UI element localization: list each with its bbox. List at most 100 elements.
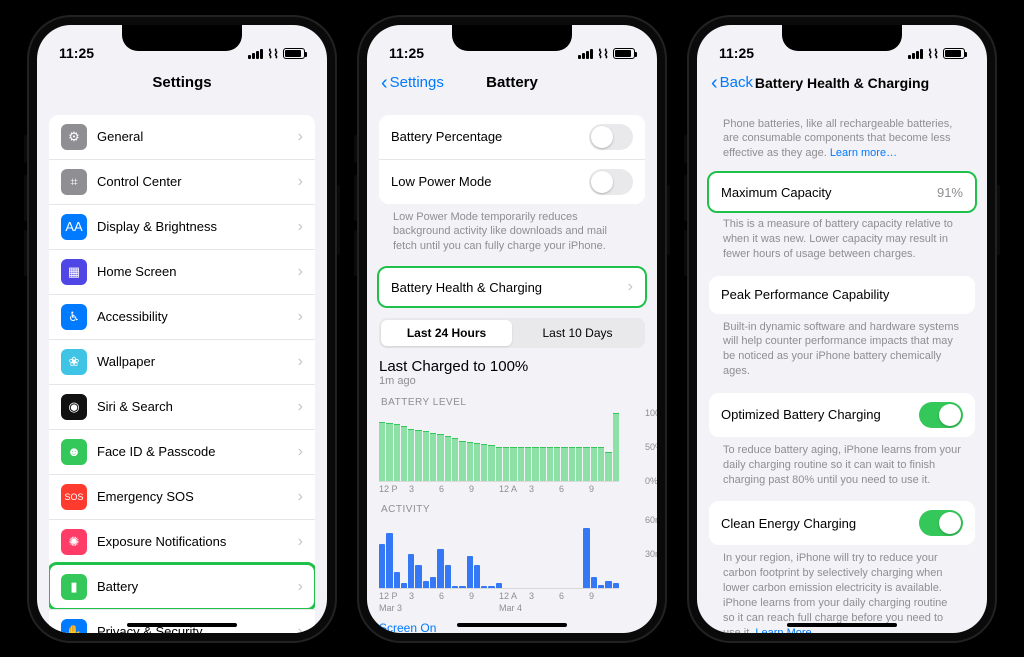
chevron-right-icon: ›	[298, 128, 303, 146]
chevron-right-icon: ›	[298, 488, 303, 506]
max-capacity-row[interactable]: Maximum Capacity 91%	[709, 173, 975, 211]
settings-row-accessibility[interactable]: ♿︎ Accessibility ›	[49, 294, 315, 339]
battery-content[interactable]: Battery Percentage Low Power Mode Low Po…	[367, 103, 657, 633]
wifi-icon: ⌇⌇	[267, 47, 279, 61]
notch	[452, 25, 572, 51]
max-capacity-value: 91%	[937, 185, 963, 200]
learn-more-link[interactable]: Learn more…	[830, 147, 897, 159]
settings-icon: ◉	[61, 394, 87, 420]
status-time: 11:25	[719, 45, 754, 61]
chevron-right-icon: ›	[298, 353, 303, 371]
chevron-right-icon: ›	[298, 218, 303, 236]
battery-icon	[943, 48, 965, 59]
activity-chart	[379, 519, 619, 589]
last-charged-sub: 1m ago	[379, 375, 645, 387]
status-time: 11:25	[59, 45, 94, 61]
settings-row-display-brightness[interactable]: AA Display & Brightness ›	[49, 204, 315, 249]
notch	[782, 25, 902, 51]
x-axis-labels: 12 P36912 A369	[379, 484, 645, 494]
settings-label: Accessibility	[97, 309, 168, 324]
battery-health-row[interactable]: Battery Health & Charging ›	[379, 268, 645, 306]
home-indicator[interactable]	[787, 623, 897, 627]
settings-label: Battery	[97, 579, 138, 594]
low-power-mode-switch[interactable]	[589, 169, 633, 195]
time-range-segmented[interactable]: Last 24 Hours Last 10 Days	[379, 318, 645, 348]
settings-row-siri-search[interactable]: ◉ Siri & Search ›	[49, 384, 315, 429]
battery-percentage-switch[interactable]	[589, 124, 633, 150]
settings-row-general[interactable]: ⚙︎ General ›	[49, 115, 315, 159]
opt-footer: To reduce battery aging, iPhone learns f…	[709, 437, 975, 488]
battery-percentage-row[interactable]: Battery Percentage	[379, 115, 645, 159]
settings-icon: SOS	[61, 484, 87, 510]
nav-bar: Settings	[37, 63, 327, 103]
settings-label: Face ID & Passcode	[97, 444, 216, 459]
chevron-left-icon: ‹	[381, 73, 388, 93]
chevron-right-icon: ›	[628, 278, 633, 296]
settings-row-wallpaper[interactable]: ❀ Wallpaper ›	[49, 339, 315, 384]
low-power-mode-row[interactable]: Low Power Mode	[379, 159, 645, 204]
settings-row-face-id-passcode[interactable]: ☻ Face ID & Passcode ›	[49, 429, 315, 474]
activity-title: ACTIVITY	[381, 504, 643, 515]
optimized-charging-row[interactable]: Optimized Battery Charging	[709, 393, 975, 437]
battery-health-content[interactable]: Phone batteries, like all rechargeable b…	[697, 103, 987, 633]
x-axis-date-labels: Mar 3Mar 4	[379, 603, 645, 613]
peak-footer: Built-in dynamic software and hardware s…	[709, 314, 975, 379]
seg-10d[interactable]: Last 10 Days	[512, 320, 643, 346]
settings-row-privacy-security[interactable]: ✋Privacy & Security›	[49, 609, 315, 633]
peak-performance-row[interactable]: Peak Performance Capability	[709, 276, 975, 314]
settings-label: General	[97, 129, 143, 144]
signal-icon	[578, 49, 593, 59]
settings-label: Emergency SOS	[97, 489, 194, 504]
settings-icon: ▮	[61, 574, 87, 600]
clean-footer: In your region, iPhone will try to reduc…	[709, 545, 975, 632]
settings-row-control-center[interactable]: ⌗Control Center›	[49, 159, 315, 204]
chevron-right-icon: ›	[298, 398, 303, 416]
page-title: Settings	[152, 74, 211, 91]
page-title: Battery	[486, 74, 538, 91]
page-title: Battery Health & Charging	[755, 75, 929, 91]
settings-icon: ♿︎	[61, 304, 87, 330]
settings-label: Home Screen	[97, 264, 176, 279]
settings-row-exposure-notifications[interactable]: ✺Exposure Notifications›	[49, 519, 315, 564]
signal-icon	[908, 49, 923, 59]
nav-bar: ‹ Back Battery Health & Charging	[697, 63, 987, 103]
wifi-icon: ⌇⌇	[597, 47, 609, 61]
nav-bar: ‹ Settings Battery	[367, 63, 657, 103]
settings-label: Siri & Search	[97, 399, 173, 414]
settings-icon: ❀	[61, 349, 87, 375]
clean-energy-row[interactable]: Clean Energy Charging	[709, 501, 975, 545]
settings-label: Exposure Notifications	[97, 534, 226, 549]
chevron-right-icon: ›	[298, 263, 303, 281]
max-cap-footer: This is a measure of battery capacity re…	[709, 211, 975, 262]
chevron-right-icon: ›	[298, 308, 303, 326]
phone-battery: 11:25 ⌇⌇ ‹ Settings Battery Battery Perc…	[357, 15, 667, 643]
back-button[interactable]: ‹ Settings	[381, 73, 444, 93]
lpm-footer: Low Power Mode temporarily reduces backg…	[379, 204, 645, 255]
settings-label: Wallpaper	[97, 354, 155, 369]
settings-icon: AA	[61, 214, 87, 240]
back-button[interactable]: ‹ Back	[711, 73, 753, 93]
clean-energy-switch[interactable]	[919, 510, 963, 536]
chevron-right-icon: ›	[298, 443, 303, 461]
settings-icon: ⚙︎	[61, 124, 87, 150]
settings-icon: ⌗	[61, 169, 87, 195]
settings-icon: ✋	[61, 619, 87, 633]
settings-content[interactable]: ⚙︎ General › ⌗Control Center› AA Display & Br…	[37, 103, 327, 633]
phone-settings: 11:25 ⌇⌇ Settings ⚙︎ General › ⌗Control Cen…	[27, 15, 337, 643]
signal-icon	[248, 49, 263, 59]
settings-label: Display & Brightness	[97, 219, 217, 234]
settings-row-battery[interactable]: ▮Battery›	[49, 564, 315, 609]
home-indicator[interactable]	[457, 623, 567, 627]
home-indicator[interactable]	[127, 623, 237, 627]
battery-level-chart	[379, 412, 619, 482]
phone-battery-health: 11:25 ⌇⌇ ‹ Back Battery Health & Chargin…	[687, 15, 997, 643]
settings-row-emergency-sos[interactable]: SOS Emergency SOS ›	[49, 474, 315, 519]
chevron-right-icon: ›	[298, 533, 303, 551]
optimized-charging-switch[interactable]	[919, 402, 963, 428]
chevron-left-icon: ‹	[711, 73, 718, 93]
status-time: 11:25	[389, 45, 424, 61]
learn-more-link[interactable]: Learn More…	[755, 627, 822, 633]
settings-icon: ☻	[61, 439, 87, 465]
seg-24h[interactable]: Last 24 Hours	[381, 320, 512, 346]
settings-row-home-screen[interactable]: ▦Home Screen›	[49, 249, 315, 294]
